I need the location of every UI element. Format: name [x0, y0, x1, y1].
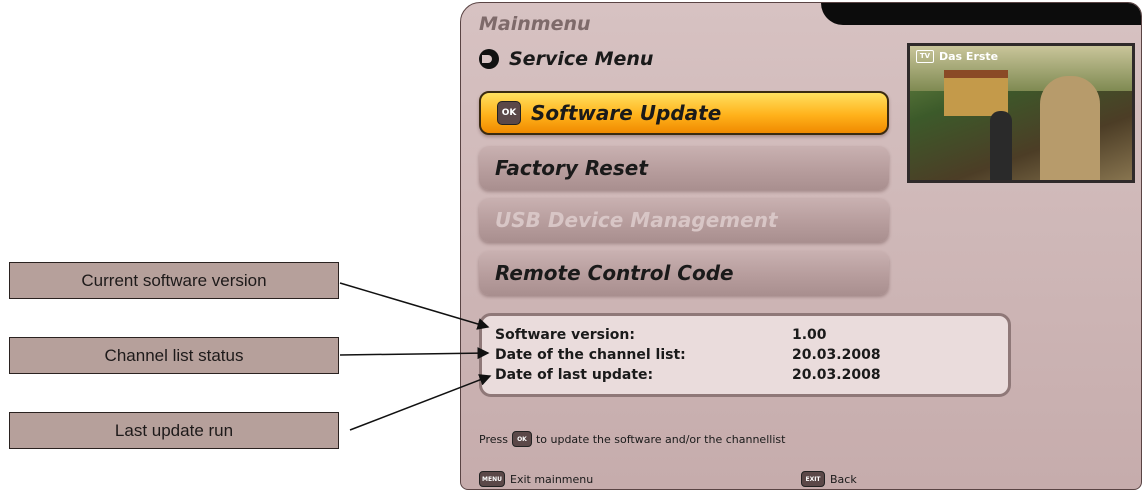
remote-control-code-button[interactable]: Remote Control Code: [479, 251, 889, 295]
preview-figure: [990, 111, 1012, 180]
ok-key-icon: OK: [511, 431, 532, 447]
exit-mainmenu-action[interactable]: MENU Exit mainmenu: [479, 471, 593, 487]
callout-current-software-version: Current software version: [9, 262, 339, 299]
software-version-value: 1.00: [792, 327, 827, 343]
software-update-button[interactable]: OK Software Update: [479, 91, 889, 135]
hint-text: Press OK to update the software and/or t…: [479, 431, 785, 447]
hint-before: Press: [479, 432, 508, 446]
remote-control-code-label: Remote Control Code: [495, 261, 734, 285]
channel-list-date-label: Date of the channel list:: [495, 347, 686, 363]
callout-last-update-run: Last update run: [9, 412, 339, 449]
info-box: Software version: 1.00 Date of the chann…: [479, 313, 1011, 397]
usb-device-management-button: USB Device Management: [479, 198, 889, 242]
last-update-date-value: 20.03.2008: [792, 367, 881, 383]
submenu-heading: Service Menu: [479, 48, 653, 70]
preview-channel-label: TV Das Erste: [916, 50, 998, 63]
channel-name: Das Erste: [939, 50, 999, 63]
exit-key-icon: EXIT: [801, 471, 825, 487]
submenu-title: Service Menu: [509, 48, 654, 70]
top-bar: [821, 3, 1141, 25]
factory-reset-label: Factory Reset: [495, 156, 648, 180]
hint-after: to update the software and/or the channe…: [535, 432, 786, 446]
preview-house: [944, 70, 1008, 116]
tv-icon: TV: [916, 50, 934, 63]
callout-channel-list-status: Channel list status: [9, 337, 339, 374]
menu-title: Mainmenu: [479, 13, 591, 35]
software-update-label: Software Update: [531, 101, 722, 125]
channel-list-date-value: 20.03.2008: [792, 347, 881, 363]
usb-device-management-label: USB Device Management: [495, 208, 778, 232]
exit-mainmenu-label: Exit mainmenu: [510, 472, 594, 486]
tv-preview: TV Das Erste: [907, 43, 1135, 183]
ok-key-icon: OK: [497, 101, 521, 125]
menu-key-icon: MENU: [479, 471, 505, 487]
back-arrow-icon: [479, 49, 499, 69]
preview-figure: [1040, 76, 1100, 180]
service-menu-screen: Mainmenu Service Menu OK Software Update…: [460, 2, 1142, 490]
back-action[interactable]: EXIT Back: [801, 471, 857, 487]
last-update-date-label: Date of last update:: [495, 367, 654, 383]
back-label: Back: [830, 472, 857, 486]
software-version-label: Software version:: [495, 327, 635, 343]
factory-reset-button[interactable]: Factory Reset: [479, 146, 889, 190]
